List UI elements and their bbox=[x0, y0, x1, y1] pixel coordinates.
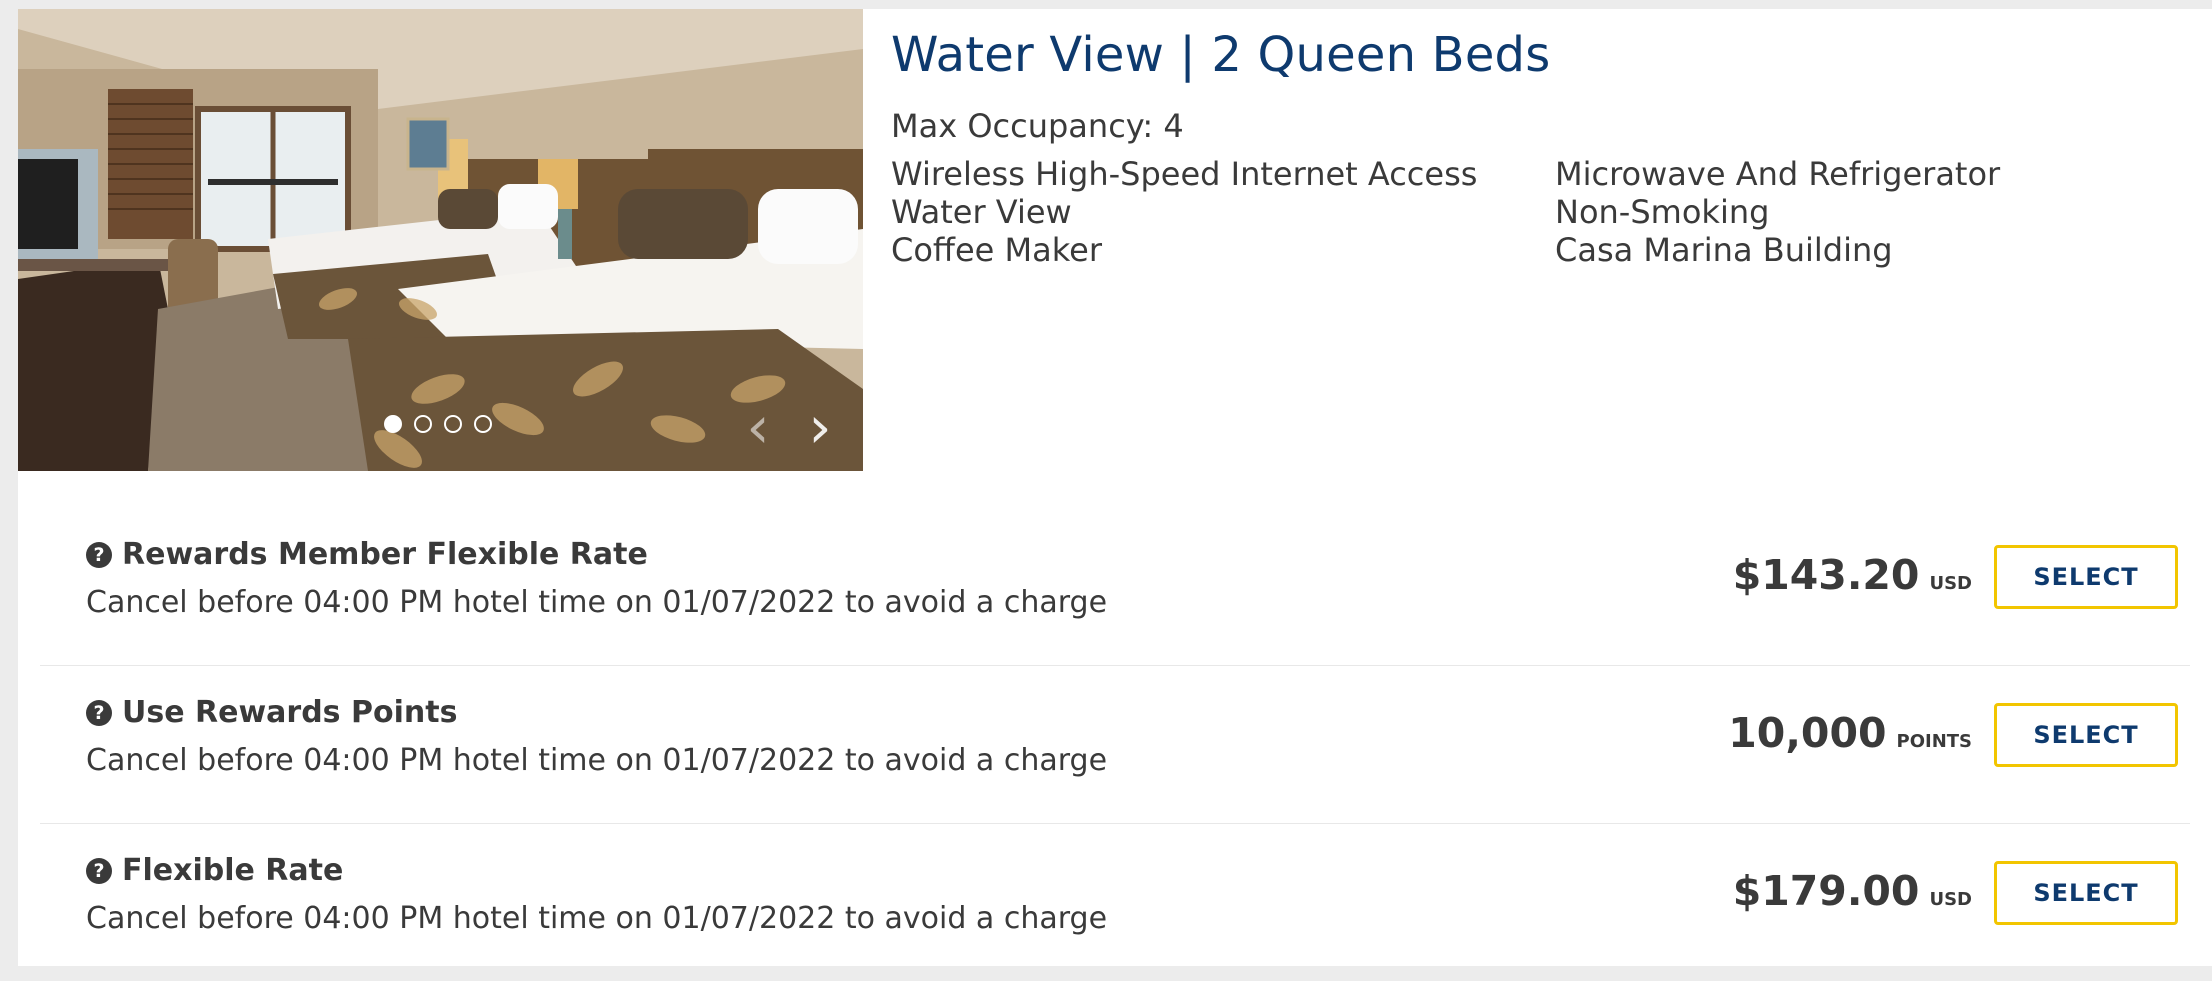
rate-name: Rewards Member Flexible Rate bbox=[122, 537, 648, 572]
carousel-indicators bbox=[384, 415, 492, 433]
price-unit: POINTS bbox=[1896, 731, 1973, 752]
price: $179.00 USD bbox=[1733, 867, 1972, 915]
rate-name: Flexible Rate bbox=[122, 853, 344, 888]
room-title: Water View | 2 Queen Beds bbox=[891, 27, 1551, 83]
max-occupancy: Max Occupancy: 4 bbox=[891, 107, 1184, 145]
question-circle-icon[interactable]: ? bbox=[86, 699, 112, 726]
amenity-item: Water View bbox=[891, 193, 1072, 231]
amenity-item: Casa Marina Building bbox=[1555, 231, 1893, 269]
room-photo-carousel[interactable]: ‹ › bbox=[18, 9, 863, 471]
rate-name: Use Rewards Points bbox=[122, 695, 458, 730]
select-button[interactable]: SELECT bbox=[1994, 703, 2178, 767]
question-circle-icon[interactable]: ? bbox=[86, 541, 112, 568]
cancellation-policy: Cancel before 04:00 PM hotel time on 01/… bbox=[86, 585, 1108, 620]
cancellation-policy: Cancel before 04:00 PM hotel time on 01/… bbox=[86, 901, 1108, 936]
room-card: ‹ › Water View | 2 Queen Beds Max Occupa… bbox=[18, 9, 2212, 966]
room-photo bbox=[18, 9, 863, 471]
select-button[interactable]: SELECT bbox=[1994, 545, 2178, 609]
carousel-dot-1[interactable] bbox=[384, 415, 402, 433]
chevron-left-icon[interactable]: ‹ bbox=[738, 398, 778, 456]
chevron-right-icon[interactable]: › bbox=[800, 398, 840, 456]
rate-name-container: ? Use Rewards Points bbox=[86, 695, 457, 730]
price-amount: 10,000 bbox=[1728, 709, 1887, 757]
price: 10,000 POINTS bbox=[1728, 709, 1972, 757]
price-amount: $143.20 bbox=[1732, 551, 1920, 599]
price: $143.20 USD bbox=[1733, 551, 1972, 599]
rate-name-container: ? Flexible Rate bbox=[86, 853, 343, 888]
carousel-dot-3[interactable] bbox=[444, 415, 462, 433]
price-unit: USD bbox=[1929, 889, 1972, 910]
amenity-item: Microwave And Refrigerator bbox=[1555, 155, 2001, 193]
select-button[interactable]: SELECT bbox=[1994, 861, 2178, 925]
rate-name-container: ? Rewards Member Flexible Rate bbox=[86, 537, 648, 572]
price-amount: $179.00 bbox=[1732, 867, 1920, 915]
rate-row: ? Rewards Member Flexible Rate Cancel be… bbox=[40, 507, 2190, 666]
rate-row: ? Use Rewards Points Cancel before 04:00… bbox=[40, 665, 2190, 824]
carousel-dot-2[interactable] bbox=[414, 415, 432, 433]
cancellation-policy: Cancel before 04:00 PM hotel time on 01/… bbox=[86, 743, 1108, 778]
amenities-list: Wireless High-Speed Internet Access Micr… bbox=[891, 155, 2191, 269]
rate-row: ? Flexible Rate Cancel before 04:00 PM h… bbox=[40, 823, 2190, 981]
amenity-item: Wireless High-Speed Internet Access bbox=[891, 155, 1478, 193]
amenity-item: Non-Smoking bbox=[1555, 193, 1770, 231]
carousel-dot-4[interactable] bbox=[474, 415, 492, 433]
amenity-item: Coffee Maker bbox=[891, 231, 1102, 269]
question-circle-icon[interactable]: ? bbox=[86, 857, 112, 884]
price-unit: USD bbox=[1929, 573, 1972, 594]
